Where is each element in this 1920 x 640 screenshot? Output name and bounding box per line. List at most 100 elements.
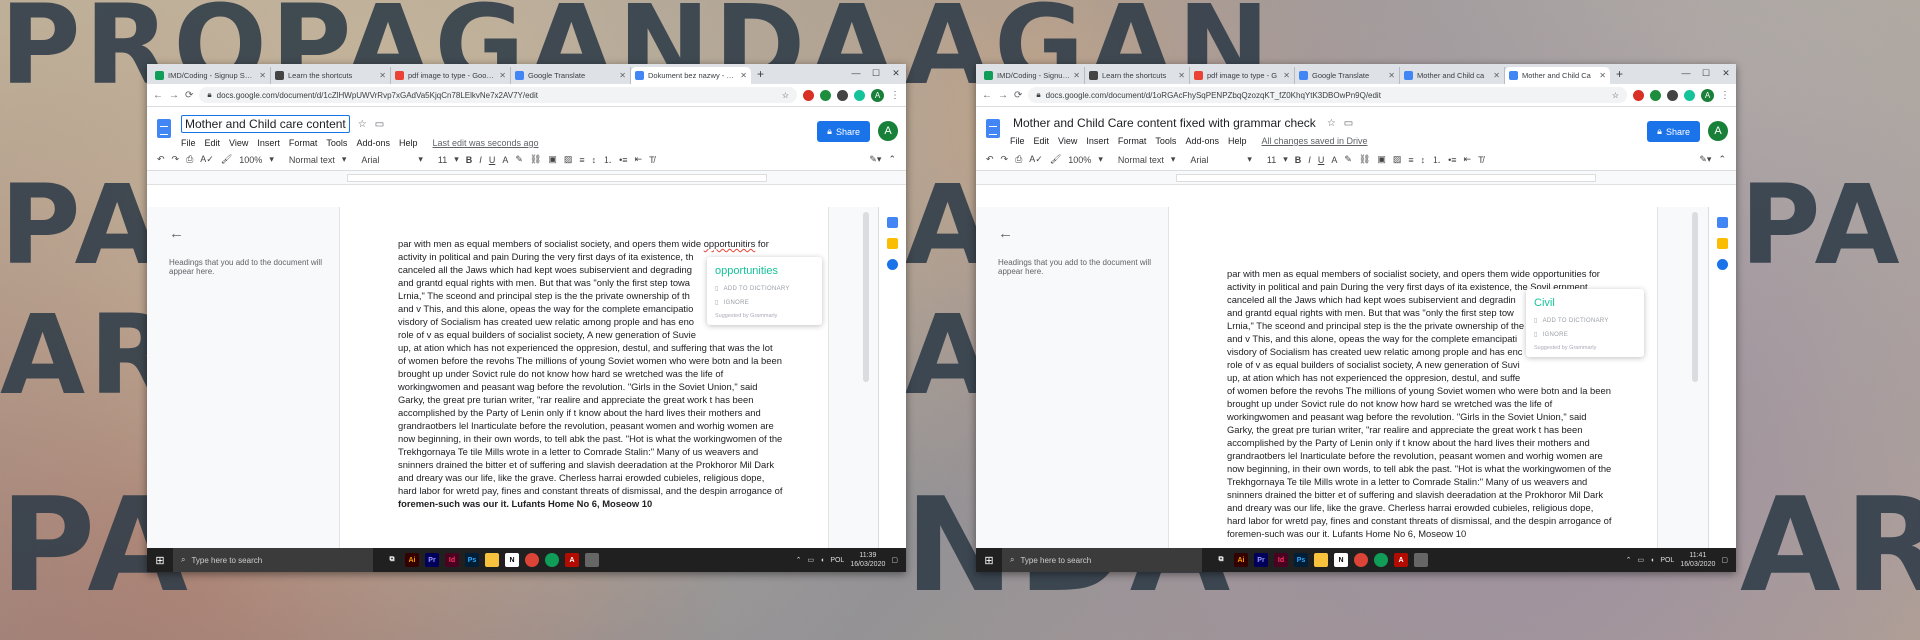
print-icon[interactable]: ⎙ [186, 154, 193, 165]
grammarly-icon[interactable] [854, 89, 865, 101]
editing-mode-icon[interactable]: ✎▾ [1699, 154, 1711, 165]
line-spacing-icon[interactable]: ↕ [592, 155, 597, 165]
calendar-icon[interactable] [1717, 217, 1728, 228]
browser-tab[interactable]: Google Translate ✕ [511, 67, 631, 84]
docs-logo-icon[interactable] [157, 119, 171, 138]
image-icon[interactable]: ▨ [1393, 154, 1402, 165]
indent-icon[interactable]: ⇤ [1464, 154, 1472, 165]
forward-icon[interactable]: → [998, 90, 1008, 101]
font-size-select[interactable]: 11 [438, 155, 447, 165]
document-title[interactable]: Mother and Child care content [181, 115, 350, 133]
align-icon[interactable]: ≡ [1408, 155, 1413, 165]
document-page[interactable]: par with men as equal members of sociali… [1168, 207, 1658, 572]
url-field[interactable]: 🔒︎ docs.google.com/document/d/1oRGAcFhySq… [1028, 87, 1627, 103]
browser-tab[interactable]: pdf image to type - G ✕ [1190, 67, 1295, 84]
paint-format-icon[interactable]: 🖌︎ [1050, 154, 1061, 165]
more-icon[interactable]: ⋮ [1720, 90, 1730, 101]
acrobat-icon[interactable]: A [565, 553, 579, 567]
app-icon[interactable] [1374, 553, 1388, 567]
insert-comment-icon[interactable]: ▣ [548, 154, 557, 165]
undo-icon[interactable]: ↶ [157, 154, 165, 165]
menu-edit[interactable]: Edit [205, 138, 221, 148]
minimize-icon[interactable]: — [846, 64, 866, 82]
menu-format[interactable]: Format [1118, 136, 1147, 146]
star-icon[interactable]: ☆ [782, 91, 789, 100]
windows-start-icon[interactable]: ⊞ [976, 554, 1002, 567]
back-arrow-icon[interactable]: ← [169, 225, 329, 242]
link-icon[interactable]: ⛓︎ [1359, 154, 1370, 165]
paint-format-icon[interactable]: 🖌︎ [221, 154, 232, 165]
underline-icon[interactable]: U [1318, 155, 1325, 165]
ignore-button[interactable]: ▯ IGNORE [1534, 331, 1636, 339]
close-tab-icon[interactable]: ✕ [1073, 71, 1080, 80]
undo-icon[interactable]: ↶ [986, 154, 994, 165]
new-tab-button[interactable]: + [1610, 67, 1629, 81]
new-tab-button[interactable]: + [751, 67, 770, 81]
last-edit-status[interactable]: Last edit was seconds ago [432, 138, 538, 148]
bullet-list-icon[interactable]: •≡ [619, 155, 627, 165]
menu-addons[interactable]: Add-ons [356, 138, 390, 148]
bold-icon[interactable]: B [1295, 155, 1302, 165]
menu-view[interactable]: View [1058, 136, 1077, 146]
italic-icon[interactable]: I [1308, 155, 1311, 165]
italic-icon[interactable]: I [479, 155, 482, 165]
browser-tab[interactable]: Google Translate ✕ [1295, 67, 1400, 84]
grammarly-icon[interactable] [1684, 89, 1695, 101]
share-button[interactable]: 🔒︎ Share [1647, 121, 1700, 142]
browser-tab[interactable]: Mother and Child ca ✕ [1400, 67, 1505, 84]
tasks-icon[interactable] [887, 259, 898, 270]
spellcheck-icon[interactable]: A✓ [1029, 154, 1043, 165]
notification-icon[interactable]: ▢ [1721, 556, 1728, 564]
close-tab-icon[interactable]: ✕ [379, 71, 386, 80]
underline-icon[interactable]: U [489, 155, 496, 165]
file-explorer-icon[interactable] [485, 553, 499, 567]
highlight-icon[interactable]: ✎ [515, 154, 523, 165]
language-indicator[interactable]: POL [830, 557, 844, 564]
grammarly-suggestion[interactable]: opportunities [715, 265, 814, 277]
close-tab-icon[interactable]: ✕ [1599, 71, 1606, 80]
redo-icon[interactable]: ↷ [172, 154, 180, 165]
document-title[interactable]: Mother and Child Care content fixed with… [1010, 115, 1319, 131]
star-icon[interactable]: ☆ [358, 119, 367, 130]
browser-tab-active[interactable]: Mother and Child Ca ✕ [1505, 67, 1610, 84]
account-avatar[interactable]: A [878, 121, 898, 141]
add-to-dictionary-button[interactable]: ▯ ADD TO DICTIONARY [1534, 317, 1636, 325]
browser-tab[interactable]: pdf image to type - Google ✕ [391, 67, 511, 84]
menu-file[interactable]: File [1010, 136, 1025, 146]
insert-comment-icon[interactable]: ▣ [1377, 154, 1386, 165]
folder-icon[interactable]: ▭ [375, 119, 384, 130]
collapse-icon[interactable]: ⌃ [1718, 154, 1726, 165]
close-icon[interactable]: ✕ [886, 64, 906, 82]
menu-file[interactable]: File [181, 138, 196, 148]
maximize-icon[interactable]: ☐ [1696, 64, 1716, 82]
menu-insert[interactable]: Insert [1086, 136, 1109, 146]
link-icon[interactable]: ⛓︎ [530, 154, 541, 165]
illustrator-icon[interactable]: Ai [405, 553, 419, 567]
clock[interactable]: 11:39 16/03/2020 [850, 551, 885, 569]
task-view-icon[interactable]: ⧉ [385, 553, 399, 567]
volume-icon[interactable]: ◖ [820, 557, 824, 564]
indesign-icon[interactable]: Id [445, 553, 459, 567]
app-icon[interactable] [585, 553, 599, 567]
notification-icon[interactable]: ▢ [891, 556, 898, 564]
close-tab-icon[interactable]: ✕ [1493, 71, 1500, 80]
docs-logo-icon[interactable] [986, 119, 1000, 138]
close-icon[interactable]: ✕ [1716, 64, 1736, 82]
calendar-icon[interactable] [887, 217, 898, 228]
extension-icon[interactable] [837, 89, 848, 101]
editing-mode-icon[interactable]: ✎▾ [869, 154, 881, 165]
windows-start-icon[interactable]: ⊞ [147, 554, 173, 567]
close-tab-icon[interactable]: ✕ [1388, 71, 1395, 80]
bullet-list-icon[interactable]: •≡ [1448, 155, 1456, 165]
volume-icon[interactable]: ◖ [1650, 557, 1654, 564]
keep-icon[interactable] [1717, 238, 1728, 249]
premiere-icon[interactable]: Pr [425, 553, 439, 567]
clock[interactable]: 11:41 16/03/2020 [1680, 551, 1715, 569]
close-tab-icon[interactable]: ✕ [1178, 71, 1185, 80]
menu-tools[interactable]: Tools [326, 138, 347, 148]
app-icon[interactable] [545, 553, 559, 567]
taskbar-search[interactable]: ⌕ Type here to search [173, 548, 373, 572]
bold-icon[interactable]: B [466, 155, 473, 165]
browser-tab-active[interactable]: Dokument bez nazwy - Goo ✕ [631, 67, 751, 84]
image-icon[interactable]: ▨ [564, 154, 573, 165]
